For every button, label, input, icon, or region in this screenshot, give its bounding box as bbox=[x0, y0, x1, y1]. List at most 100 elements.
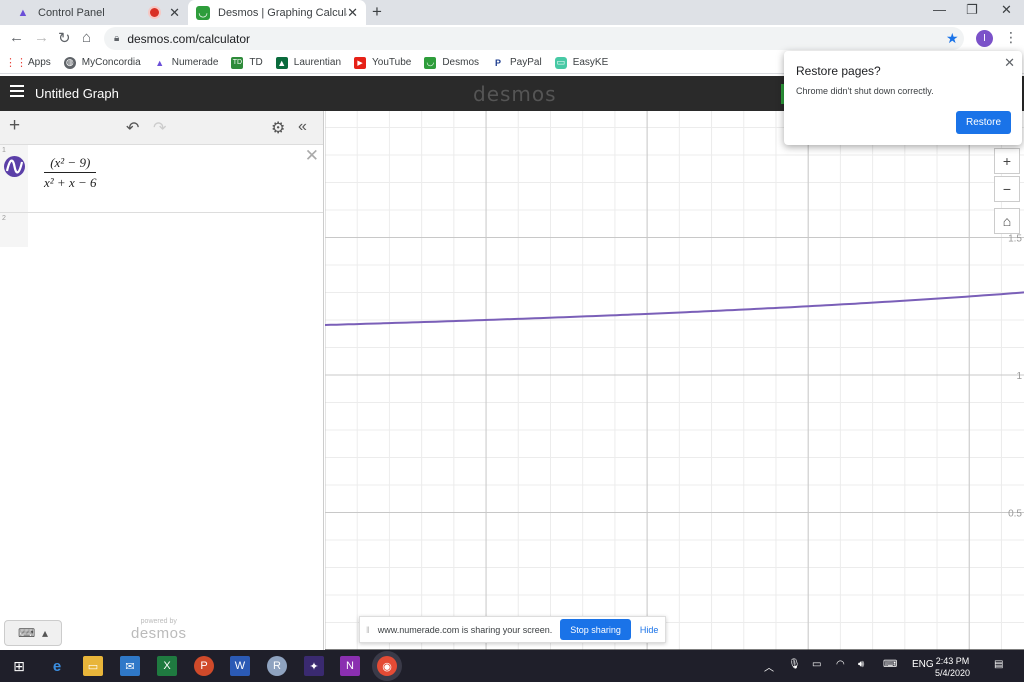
powerpoint-icon[interactable]: P bbox=[194, 656, 214, 676]
share-message: www.numerade.com is sharing your screen. bbox=[377, 624, 553, 635]
tray-chevron-icon[interactable]: ︿ bbox=[764, 659, 774, 674]
collapse-panel-icon[interactable]: « bbox=[298, 118, 307, 136]
paypal-icon: P bbox=[495, 57, 502, 68]
popup-message: Chrome didn't shut down correctly. bbox=[796, 86, 934, 96]
bookmark-myconcordia[interactable]: ◍ MyConcordia bbox=[63, 56, 141, 69]
graph-canvas[interactable]: -2.5-2-1.51.510.5 bbox=[325, 111, 1024, 650]
keyboard-icon: ⌨ bbox=[17, 626, 36, 640]
graph-area[interactable]: -2.5-2-1.51.510.5 + − ⌂ bbox=[325, 111, 1024, 650]
recording-icon bbox=[150, 8, 160, 17]
bookmark-easyke[interactable]: ▭ EasyKE bbox=[554, 56, 608, 69]
expression-formula[interactable]: (x² − 9) x² + x − 6 bbox=[44, 155, 97, 191]
menu-icon[interactable]: ⋮ bbox=[1004, 29, 1018, 46]
volume-icon[interactable]: 🔊︎ bbox=[858, 659, 864, 670]
apps-icon: ⋮⋮ bbox=[5, 57, 27, 69]
profile-avatar[interactable]: I bbox=[976, 30, 993, 47]
clock-date: 5/4/2020 bbox=[935, 668, 971, 678]
numerade-icon: ▲ bbox=[155, 57, 165, 68]
settings-gear-icon[interactable]: ⚙ bbox=[271, 118, 285, 138]
globe-icon: ◍ bbox=[63, 56, 76, 69]
undo-button[interactable]: ↶ bbox=[126, 118, 139, 138]
minimize-button[interactable]: — bbox=[933, 2, 946, 17]
tab-label: Desmos | Graphing Calculator bbox=[218, 6, 347, 19]
windows-start-icon[interactable]: ⊞ bbox=[9, 656, 29, 676]
drag-handle-icon[interactable]: ‖ bbox=[366, 625, 370, 635]
redo-button[interactable]: ↷ bbox=[153, 118, 166, 138]
desmos-icon: ◡ bbox=[196, 5, 210, 20]
lock-icon: 🔒︎ bbox=[114, 33, 120, 44]
language-indicator[interactable]: ENG bbox=[912, 659, 934, 670]
expression-row[interactable]: 1 (x² − 9) x² + x − 6 ✕ bbox=[0, 145, 323, 213]
expression-toolbar: + ↶ ↷ ⚙ « bbox=[0, 111, 323, 145]
home-icon: ⌂ bbox=[1002, 213, 1012, 229]
close-tab-icon[interactable]: ✕ bbox=[169, 5, 180, 21]
url-text: desmos.com/calculator bbox=[127, 31, 251, 46]
edge-icon[interactable]: e bbox=[47, 656, 67, 676]
keypad-toggle-button[interactable]: ⌨ ▴ bbox=[4, 620, 62, 646]
browser-toolbar: ← → ↻ ⌂ 🔒︎ desmos.com/calculator bbox=[0, 25, 1024, 52]
bookmark-numerade[interactable]: ▲ Numerade bbox=[154, 57, 218, 69]
expression-row-empty[interactable]: 2 bbox=[0, 213, 323, 247]
excel-icon[interactable]: X bbox=[157, 656, 177, 676]
bookmark-laurentian[interactable]: ▲ Laurentian bbox=[275, 56, 341, 69]
battery-icon[interactable]: ▭ bbox=[812, 659, 821, 670]
expression-index: 2 bbox=[2, 215, 6, 222]
microphone-icon[interactable]: 🎙︎ bbox=[788, 659, 801, 670]
tab-desmos[interactable]: ◡ Desmos | Graphing Calculator ✕ bbox=[188, 0, 366, 25]
delete-expression-icon[interactable]: ✕ bbox=[305, 146, 319, 166]
wifi-icon[interactable]: ◠ bbox=[836, 659, 845, 670]
restore-window-button[interactable]: ❐ bbox=[966, 2, 978, 18]
back-button[interactable]: ← bbox=[9, 29, 24, 46]
hamburger-menu-icon[interactable] bbox=[10, 85, 24, 100]
y-tick-label: 0.5 bbox=[1008, 509, 1022, 520]
bookmark-td[interactable]: TD TD bbox=[231, 56, 263, 69]
r-icon[interactable]: R bbox=[267, 656, 287, 676]
keyboard-icon[interactable]: ⌨ bbox=[883, 659, 897, 670]
laurentian-icon: ▲ bbox=[275, 56, 288, 69]
bookmark-desmos[interactable]: ◡ Desmos bbox=[424, 56, 479, 69]
close-tab-icon[interactable]: ✕ bbox=[347, 5, 358, 21]
formula-denominator: x² + x − 6 bbox=[44, 175, 97, 190]
hide-share-bar-link[interactable]: Hide bbox=[640, 625, 659, 635]
home-view-button[interactable]: ⌂ bbox=[994, 208, 1020, 234]
tab-control-panel[interactable]: ▲ Control Panel ✕ bbox=[8, 0, 188, 25]
clock[interactable]: 2:43 PM 5/4/2020 bbox=[935, 655, 970, 679]
curve-style-icon[interactable] bbox=[4, 156, 25, 177]
word-icon[interactable]: W bbox=[230, 656, 250, 676]
zoom-out-button[interactable]: − bbox=[994, 176, 1020, 202]
powered-by-desmos: powered by desmos bbox=[131, 618, 187, 642]
reload-button[interactable]: ↻ bbox=[58, 29, 71, 47]
add-item-button[interactable]: + bbox=[9, 115, 20, 137]
zoom-in-button[interactable]: + bbox=[994, 148, 1020, 174]
app-icon[interactable]: ✦ bbox=[304, 656, 324, 676]
forward-button[interactable]: → bbox=[34, 29, 49, 46]
file-explorer-icon[interactable]: ▭ bbox=[83, 656, 103, 676]
bookmark-apps[interactable]: ⋮⋮ Apps bbox=[5, 57, 51, 69]
restore-button[interactable]: Restore bbox=[956, 111, 1011, 134]
onenote-icon[interactable]: N bbox=[340, 656, 360, 676]
bookmark-paypal[interactable]: P PayPal bbox=[492, 57, 542, 69]
formula-numerator: (x² − 9) bbox=[44, 155, 97, 173]
notifications-icon[interactable]: ▤ bbox=[994, 659, 1003, 670]
y-tick-label: 1.5 bbox=[1008, 234, 1022, 245]
y-tick-label: 1 bbox=[1016, 371, 1022, 382]
bookmark-star-icon[interactable]: ★ bbox=[946, 30, 959, 47]
close-window-button[interactable]: ✕ bbox=[1001, 2, 1012, 18]
stop-sharing-button[interactable]: Stop sharing bbox=[560, 619, 631, 640]
tab-label: Control Panel bbox=[38, 6, 105, 19]
close-icon[interactable]: ✕ bbox=[1004, 55, 1015, 71]
numerade-icon: ▲ bbox=[17, 6, 29, 19]
expression-index: 1 bbox=[2, 147, 6, 154]
graph-title[interactable]: Untitled Graph bbox=[35, 86, 119, 101]
bookmark-youtube[interactable]: ▶ YouTube bbox=[354, 56, 411, 69]
address-bar[interactable]: 🔒︎ desmos.com/calculator bbox=[104, 27, 964, 50]
windows-taskbar: ⊞ e ▭ ✉ X P W R ✦ N ◉ ︿ 🎙︎ ▭ ◠ 🔊︎ ⌨ ENG … bbox=[0, 650, 1024, 682]
chrome-icon[interactable]: ◉ bbox=[377, 656, 397, 676]
mail-icon[interactable]: ✉ bbox=[120, 656, 140, 676]
tab-strip: ▲ Control Panel ✕ ◡ Desmos | Graphing Ca… bbox=[0, 0, 1024, 25]
expression-panel: + ↶ ↷ ⚙ « 1 (x² − 9) x² + x − 6 ✕ 2 bbox=[0, 111, 324, 650]
screen-share-bar: ‖ www.numerade.com is sharing your scree… bbox=[359, 616, 666, 643]
home-button[interactable]: ⌂ bbox=[82, 29, 91, 46]
caret-up-icon: ▴ bbox=[41, 626, 49, 640]
new-tab-button[interactable]: + bbox=[372, 2, 382, 22]
